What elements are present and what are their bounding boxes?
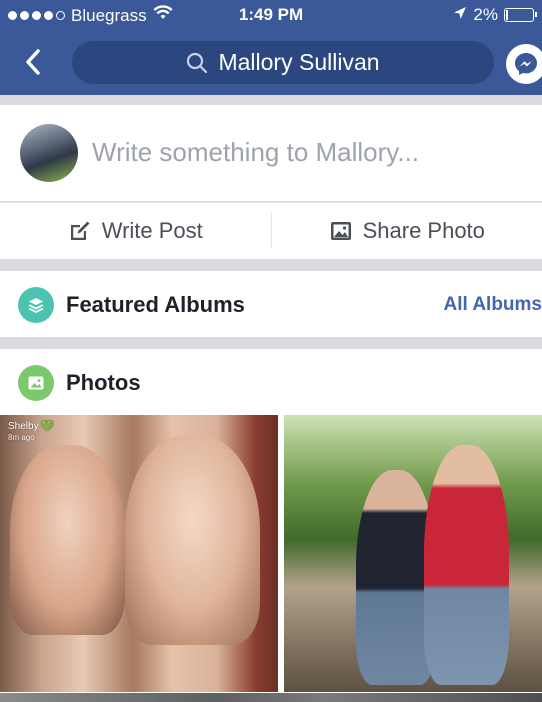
photo-thumbnail[interactable] [284, 415, 542, 692]
back-button[interactable] [18, 45, 48, 79]
next-photos-row [0, 693, 542, 702]
photo-icon [330, 222, 351, 240]
messenger-button[interactable] [506, 44, 542, 84]
write-post-button[interactable]: Write Post [0, 203, 271, 259]
photos-section: Photos [0, 349, 542, 415]
all-albums-link[interactable]: All Albums [443, 294, 542, 316]
photos-icon [18, 365, 54, 401]
status-bar: Bluegrass 1:49 PM 2% [0, 0, 542, 30]
composer-actions: Write Post Share Photo [0, 202, 542, 259]
write-post-label: Write Post [101, 218, 203, 243]
messenger-icon [515, 53, 537, 75]
status-right-group: 2% [453, 5, 537, 25]
share-photo-label: Share Photo [362, 218, 485, 243]
photo-subject [10, 445, 125, 635]
section-title: Photos [66, 370, 141, 395]
location-arrow-icon [453, 5, 467, 25]
battery-icon [504, 8, 537, 22]
share-photo-button[interactable]: Share Photo [272, 203, 542, 259]
post-composer[interactable]: Write something to Mallory... [0, 105, 542, 201]
albums-icon [18, 287, 54, 323]
section-title: Featured Albums [66, 292, 245, 317]
avatar [20, 124, 78, 182]
photos-grid: Shelby 💚 8m ago [0, 415, 542, 702]
chevron-left-icon [26, 49, 40, 75]
nav-bar: Mallory Sullivan [0, 30, 542, 95]
search-icon [187, 52, 208, 73]
photo-subject [424, 445, 509, 685]
featured-albums-section: Featured Albums All Albums [0, 271, 542, 337]
snap-caption: Shelby 💚 8m ago [8, 421, 54, 442]
battery-percent: 2% [473, 5, 498, 24]
search-field[interactable]: Mallory Sullivan [72, 41, 494, 84]
photo-thumbnail[interactable]: Shelby 💚 8m ago [0, 415, 278, 692]
photo-subject [125, 435, 260, 645]
search-text: Mallory Sullivan [218, 49, 380, 75]
composer-placeholder[interactable]: Write something to Mallory... [92, 137, 419, 168]
edit-icon [70, 221, 90, 240]
